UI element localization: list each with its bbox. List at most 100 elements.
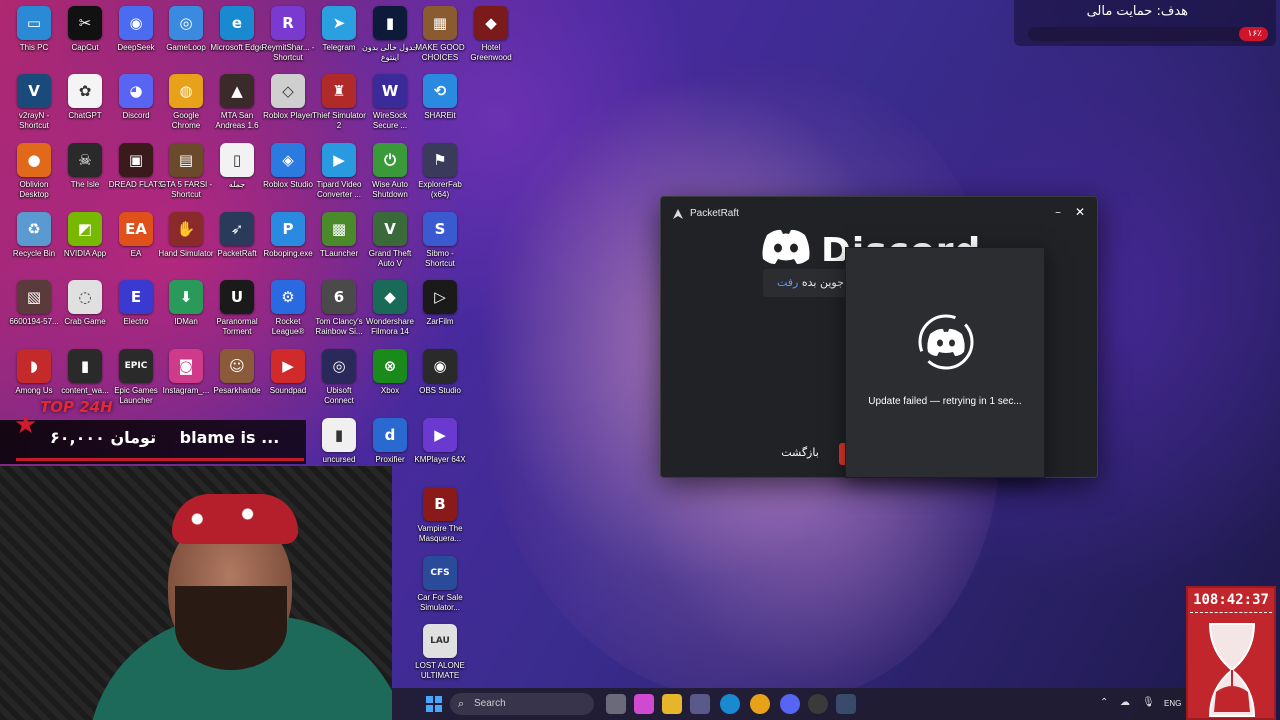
app-icon: ◉ bbox=[423, 349, 457, 383]
desktop-icon[interactable]: ◌ Crab Game bbox=[59, 280, 111, 346]
donation-underline bbox=[16, 458, 304, 461]
taskbar-discord-icon[interactable] bbox=[780, 694, 800, 714]
taskbar-edge-icon[interactable] bbox=[720, 694, 740, 714]
desktop-icon[interactable]: EPIC Epic Games Launcher bbox=[110, 349, 162, 415]
desktop-icon[interactable]: ▶ KMPlayer 64X bbox=[414, 418, 466, 484]
desktop-icon[interactable]: ◕ Discord bbox=[110, 74, 162, 140]
minimize-button[interactable]: – bbox=[1049, 203, 1067, 221]
desktop-icon[interactable]: ◎ GameLoop bbox=[160, 6, 212, 72]
cloud-icon[interactable]: ☁ bbox=[1120, 697, 1130, 708]
desktop-icon[interactable]: ♻ Recycle Bin bbox=[8, 212, 60, 278]
desktop-icon[interactable]: ☺ Pesarkhande bbox=[211, 349, 263, 415]
start-button[interactable] bbox=[426, 696, 442, 712]
desktop-icon[interactable]: ◉ OBS Studio bbox=[414, 349, 466, 415]
desktop-icon[interactable]: ✋ Hand Simulator bbox=[158, 212, 214, 278]
desktop-icon[interactable]: ⏻ Wise Auto Shutdown bbox=[364, 143, 416, 209]
desktop-icon-label: SHAREit bbox=[424, 111, 456, 120]
desktop-icon-label: Recycle Bin bbox=[12, 249, 56, 258]
desktop-icon[interactable]: ➤ Telegram bbox=[313, 6, 365, 72]
taskbar-search[interactable]: ⌕ Search bbox=[450, 693, 594, 715]
desktop-icon[interactable]: ⬇ IDMan bbox=[160, 280, 212, 346]
hourglass-icon bbox=[1208, 623, 1256, 717]
taskbar-file-explorer-icon[interactable] bbox=[662, 694, 682, 714]
desktop-icon[interactable]: 6 Tom Clancy's Rainbow Si... bbox=[313, 280, 365, 346]
desktop-icon[interactable]: E Electro bbox=[110, 280, 162, 346]
taskbar-taskview-icon[interactable] bbox=[606, 694, 626, 714]
desktop-icon-label: TLauncher bbox=[319, 249, 359, 258]
close-button[interactable]: ✕ bbox=[1071, 203, 1089, 221]
desktop-icon[interactable]: V Grand Theft Auto V bbox=[364, 212, 416, 278]
desktop-icon[interactable]: ◈ Roblox Studio bbox=[262, 143, 314, 209]
desktop-icon[interactable]: ⚑ ExplorerFab (x64) bbox=[414, 143, 466, 209]
taskbar-packetraft-icon[interactable] bbox=[836, 694, 856, 714]
desktop-icon[interactable]: ▶ Soundpad bbox=[262, 349, 314, 415]
desktop-icon[interactable]: ◙ Instagram_... bbox=[160, 349, 212, 415]
desktop-icon[interactable]: ▦ MAKE GOOD CHOICES bbox=[414, 6, 466, 72]
desktop-icon[interactable]: R ReymitShar... - Shortcut bbox=[262, 6, 314, 72]
desktop-icon[interactable]: EA EA bbox=[110, 212, 162, 278]
desktop-icon[interactable]: Vv2rayN - Shortcut bbox=[8, 74, 60, 140]
desktop-icon[interactable]: ▮ جدول خالی بدون اینتوع bbox=[362, 6, 418, 72]
desktop-icon[interactable]: ◇ Roblox Player bbox=[262, 74, 314, 140]
app-icon: d bbox=[373, 418, 407, 452]
language-indicator[interactable]: ENG bbox=[1164, 699, 1181, 708]
desktop-icon[interactable]: ▯ جمله bbox=[211, 143, 263, 209]
desktop-icon[interactable]: ⊗ Xbox bbox=[364, 349, 416, 415]
taskbar-copilot-icon[interactable] bbox=[634, 694, 654, 714]
desktop-icon[interactable]: ◎ Ubisoft Connect bbox=[313, 349, 365, 415]
taskbar-obs-icon[interactable] bbox=[808, 694, 828, 714]
timer-value: 108:42:37 bbox=[1193, 592, 1269, 608]
desktop-icon[interactable]: ✿ ChatGPT bbox=[59, 74, 111, 140]
desktop-icon[interactable]: ◉ DeepSeek bbox=[110, 6, 162, 72]
desktop-icon[interactable]: ▭ This PC bbox=[8, 6, 60, 72]
desktop-icon[interactable]: ⟲ SHAREit bbox=[414, 74, 466, 140]
window-titlebar[interactable]: PacketRaft – ✕ bbox=[661, 197, 1097, 229]
desktop-icon[interactable]: e Microsoft Edge bbox=[210, 6, 264, 72]
app-icon: ▦ bbox=[423, 6, 457, 40]
desktop-icon[interactable]: U Paranormal Torment bbox=[211, 280, 263, 346]
desktop-icon[interactable]: ✂ CapCut bbox=[59, 6, 111, 72]
desktop-icon[interactable]: ♜ Thief Simulator 2 bbox=[312, 74, 366, 140]
taskbar: ⌕ Search ⌃ ☁ 🎙 ENG bbox=[392, 688, 1188, 720]
chevron-up-icon[interactable]: ⌃ bbox=[1100, 697, 1108, 708]
desktop-icon[interactable]: ● Oblivion Desktop bbox=[8, 143, 60, 209]
app-icon: B bbox=[423, 487, 457, 521]
back-button[interactable]: بازگشت bbox=[767, 441, 833, 465]
desktop-icon-label: Roboping.exe bbox=[263, 249, 313, 258]
desktop-icon[interactable]: ◆ Hotel Greenwood bbox=[465, 6, 517, 72]
desktop-icon[interactable]: ▣ DREAD FLATS bbox=[109, 143, 163, 209]
desktop-icon[interactable]: ➶ PacketRaft bbox=[211, 212, 263, 278]
app-icon: ▶ bbox=[423, 418, 457, 452]
desktop-icon[interactable]: ▧ 6600194-57... bbox=[8, 280, 60, 346]
app-icon: ⚙ bbox=[271, 280, 305, 314]
desktop-icon-label: The Isle bbox=[70, 180, 100, 189]
desktop-icon-label: Roblox Player bbox=[263, 111, 313, 120]
search-icon: ⌕ bbox=[458, 697, 465, 710]
desktop-icon[interactable]: ▲ MTA San Andreas 1.6 bbox=[211, 74, 263, 140]
app-icon: ◗ bbox=[17, 349, 51, 383]
desktop-icon[interactable]: ☠ The Isle bbox=[59, 143, 111, 209]
desktop-icon[interactable]: LAU LOST ALONE ULTIMATE bbox=[414, 624, 466, 690]
desktop-icon[interactable]: ▩ TLauncher bbox=[313, 212, 365, 278]
desktop-icon[interactable]: ▤ GTA 5 FARSI - Shortcut bbox=[160, 143, 212, 209]
join-link[interactable]: رفت bbox=[777, 276, 798, 289]
taskbar-chrome-icon[interactable] bbox=[750, 694, 770, 714]
desktop-icon-label: Tom Clancy's Rainbow Si... bbox=[315, 317, 363, 336]
desktop-icon[interactable]: CFS Car For Sale Simulator... bbox=[414, 556, 466, 622]
desktop-icon-label: Instagram_... bbox=[162, 386, 210, 395]
desktop-icon[interactable]: P Roboping.exe bbox=[262, 212, 314, 278]
desktop-icon[interactable]: ◩ NVIDIA App bbox=[59, 212, 111, 278]
desktop-icon[interactable]: ▶ Tipard Video Converter ... bbox=[313, 143, 365, 209]
desktop-icon[interactable]: ⚙ Rocket League® bbox=[262, 280, 314, 346]
goal-percent: ۱۶٪ bbox=[1247, 29, 1262, 39]
desktop-icon[interactable]: ▷ ZarFilm bbox=[414, 280, 466, 346]
desktop-icon[interactable]: ◍ Google Chrome bbox=[160, 74, 212, 140]
desktop-icon[interactable]: S Sibmo - Shortcut bbox=[414, 212, 466, 278]
microphone-icon[interactable]: 🎙 bbox=[1142, 697, 1155, 708]
desktop-icon[interactable]: W WireSock Secure ... bbox=[364, 74, 416, 140]
desktop-icon[interactable]: B Vampire The Masquera... bbox=[414, 487, 466, 553]
app-icon: ⊗ bbox=[373, 349, 407, 383]
taskbar-store-icon[interactable] bbox=[690, 694, 710, 714]
desktop-icon[interactable]: ◆ Wondershare Filmora 14 bbox=[364, 280, 416, 346]
desktop-icon-label: PacketRaft bbox=[217, 249, 257, 258]
